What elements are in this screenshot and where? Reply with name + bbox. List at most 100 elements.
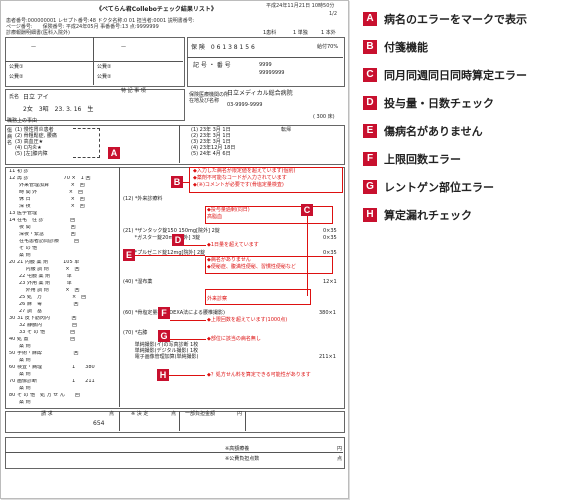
summary-header-5: 一部負担金額: [185, 411, 216, 417]
treatment-line: 11 初 診: [9, 169, 29, 174]
legend-label-d: 投与量・日数チェック: [384, 97, 494, 110]
right-line-3: *ガスター錠20mg[院外] 3錠: [123, 235, 201, 241]
error-note-10: ◆？処方せん料を算定できる可能性があります: [207, 372, 311, 378]
callout-c: C: [301, 204, 313, 216]
kouhi-2-label: 公費②: [97, 64, 112, 70]
check-result-document: 《べてらん君Colleboチェック結果リスト》 平成24年11月21日 10時5…: [0, 0, 349, 499]
kouhi-1-label: 公費①: [9, 64, 24, 70]
legend-label-a: 病名のエラーをマークで表示: [384, 13, 527, 26]
treatment-line: 13 医学管理: [9, 211, 37, 216]
ins-col-2: 1 単独: [293, 30, 308, 36]
legend-label-h: 算定漏れチェック: [384, 209, 472, 222]
treatment-line: 在宅患者訪問診療 回: [9, 239, 80, 244]
summary-header-1: 請 求: [41, 411, 53, 417]
error-box-c: [205, 206, 333, 224]
right-line-5: (40) *湿布薬: [123, 279, 153, 285]
treatment-line: 夜 間 回: [9, 225, 76, 230]
treatment-line: 27 調 基: [9, 309, 42, 314]
treatment-line: 80 そ の 他 処 方 せ ん 回: [9, 393, 80, 398]
legend-badge-e: E: [363, 124, 377, 138]
treatment-line: 外来管理加算 × 回: [9, 183, 85, 188]
patient-name-label: 氏名: [9, 94, 20, 100]
hospital-tel: 03-9999-9999: [227, 102, 263, 108]
error-note-9: ◆部位に該当の病名無し: [207, 336, 261, 342]
summary-total: 654: [93, 420, 105, 427]
treatment-line: 薬 剤: [9, 386, 31, 391]
treatment-line: 薬 剤: [9, 344, 31, 349]
summary-header-2: 点: [109, 411, 115, 417]
shokumu-label: 職務上の事由: [7, 118, 38, 124]
hoken-number: 保 険 0 6 1 3 8 1 5 6: [191, 44, 255, 51]
patient-name: 日立 アイ: [23, 94, 49, 101]
treatment-line: 14 在宅 往 診 回: [9, 218, 76, 223]
legend-item-h: H 算定漏れチェック: [363, 208, 472, 222]
treatment-line: 薬 剤: [9, 400, 31, 405]
callout-h: H: [157, 369, 169, 381]
right-value-6: 211×1: [319, 354, 336, 360]
treatment-line: 30 31 皮下筋肉内 回: [9, 316, 77, 321]
legend-label-c: 同月同週同日同時算定エラー: [384, 69, 527, 82]
disease-5: (5) [左]膝内障: [15, 151, 48, 157]
legend-badge-a: A: [363, 12, 377, 26]
treatment-line: 70 画像診断 1 211: [9, 379, 95, 384]
treatment-line: 33 そ の 他 回: [9, 330, 76, 335]
treatment-list: 11 初 診 12 再 診 70 × 1 回 外来管理加算 × 回 時 間 外 ×…: [9, 169, 117, 407]
legend-label-g: レントゲン部位エラー: [384, 181, 494, 194]
callout-f: F: [158, 307, 170, 319]
error-box-c2: [205, 289, 311, 305]
tenki-label: 転帰: [281, 127, 292, 133]
callout-a: A: [108, 147, 120, 159]
summary-header-4: 点: [171, 411, 177, 417]
treatment-line: 60 検査・病理 1 380: [9, 365, 95, 370]
error-box-e: [205, 256, 333, 274]
treatment-line: 薬 剤: [9, 253, 31, 258]
right-value-1: 0×35: [323, 228, 337, 234]
legend-label-b: 付箋機能: [384, 41, 428, 54]
document-title: 《べてらん君Colleboチェック結果リスト》: [96, 6, 217, 13]
legend-item-d: D 投与量・日数チェック: [363, 96, 494, 110]
ins-col-3: 1 本外: [321, 30, 336, 36]
callout-e: E: [123, 249, 135, 261]
legend-item-b: B 付箋機能: [363, 40, 428, 54]
legend-item-e: E 傷病名がありません: [363, 124, 483, 138]
kigo-num-1: 9999: [259, 62, 272, 68]
treatment-line: 深夜・緊急 回: [9, 232, 76, 237]
disease-date-5: (5) 24年 4月 6日: [191, 151, 231, 157]
kigo-label: 記 号 ・ 番 号: [193, 62, 231, 69]
error-note-8: ◆上限回数を超えています(1000点): [207, 317, 288, 323]
treatment-line: 時 間 外 × 回: [9, 190, 83, 195]
right-line-1: (12) *外来診療料: [123, 196, 163, 202]
treatment-line: 22 屯服 薬 剤 単: [9, 274, 72, 279]
callout-b: B: [171, 176, 183, 188]
hospital-beds: ( 300 床): [313, 114, 335, 120]
right-value-5: 380×1: [319, 310, 336, 316]
callout-d: D: [172, 234, 184, 246]
legend-item-f: F 上限回数エラー: [363, 152, 461, 166]
summary-header-6: 円: [237, 411, 243, 417]
legend-item-a: A 病名のエラーをマークで表示: [363, 12, 527, 26]
print-date: 平成24年11月21日 10時50分: [266, 3, 335, 9]
legend-badge-h: H: [363, 208, 377, 222]
legend-badge-d: D: [363, 96, 377, 110]
callout-g: G: [158, 330, 170, 342]
treatment-line: 深 夜 × 回: [9, 204, 85, 209]
treatment-line: 薬 剤: [9, 372, 31, 377]
right-line-10: 電子画像管理加算(単純撮影): [123, 354, 199, 360]
legend-badge-g: G: [363, 180, 377, 194]
treatment-line: 50 手術・麻酔 回: [9, 351, 79, 356]
page-number: 1/2: [329, 11, 338, 17]
legend-label-e: 傷病名がありません: [384, 125, 483, 138]
legend-label-f: 上限回数エラー: [384, 153, 461, 166]
ins-col-1: 1患科: [263, 30, 277, 36]
disease-box: [5, 125, 345, 165]
patient-sex-birth: 2女 3昭 23. 3. 16 生: [23, 106, 94, 113]
legend-badge-b: B: [363, 40, 377, 54]
treatment-line: 外用 調 剤 × 回: [9, 288, 80, 293]
footer-box: [5, 437, 345, 469]
treatment-line: 40 処 置 回: [9, 337, 76, 342]
error-box-b: [189, 167, 343, 193]
treatment-line: 26 麻 毒 回: [9, 302, 79, 307]
right-line-7: (70) *右膝: [123, 330, 148, 336]
footer-1: ※高額療養: [225, 446, 250, 452]
form-label: 診療報酬明細書(医科入院外): [6, 30, 70, 36]
